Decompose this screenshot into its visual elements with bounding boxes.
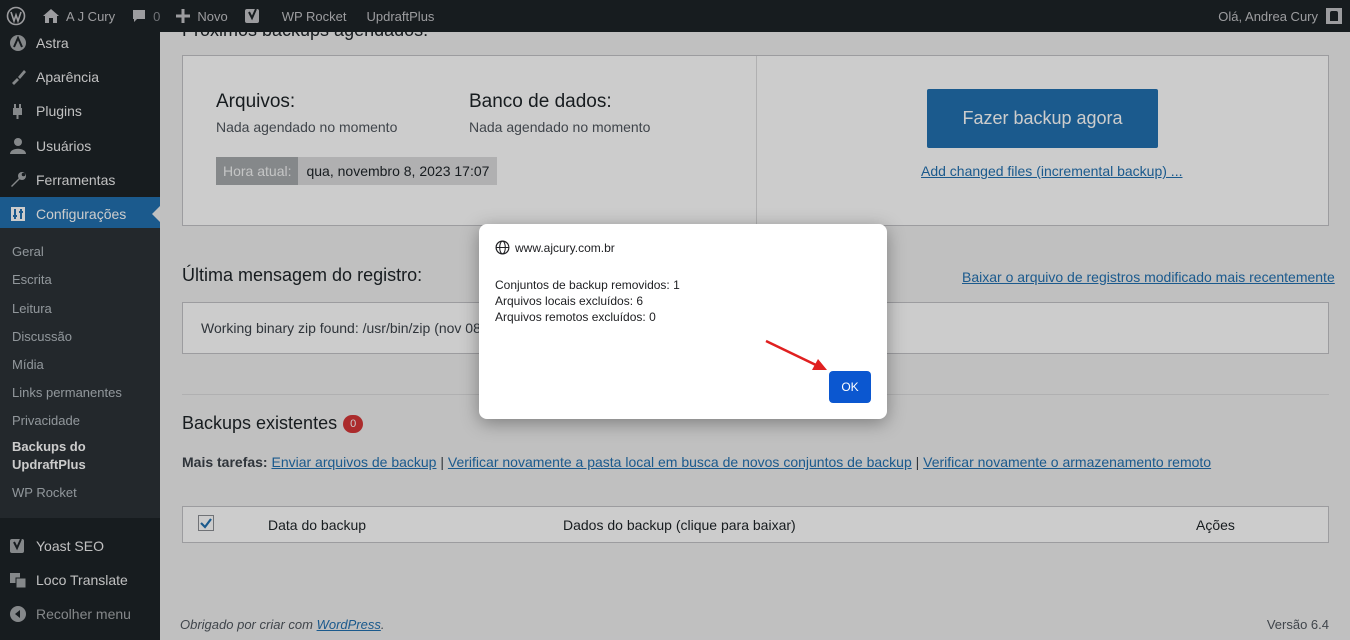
annotation-arrow-shaft [765,339,819,368]
annotation-arrow-icon [765,339,827,370]
